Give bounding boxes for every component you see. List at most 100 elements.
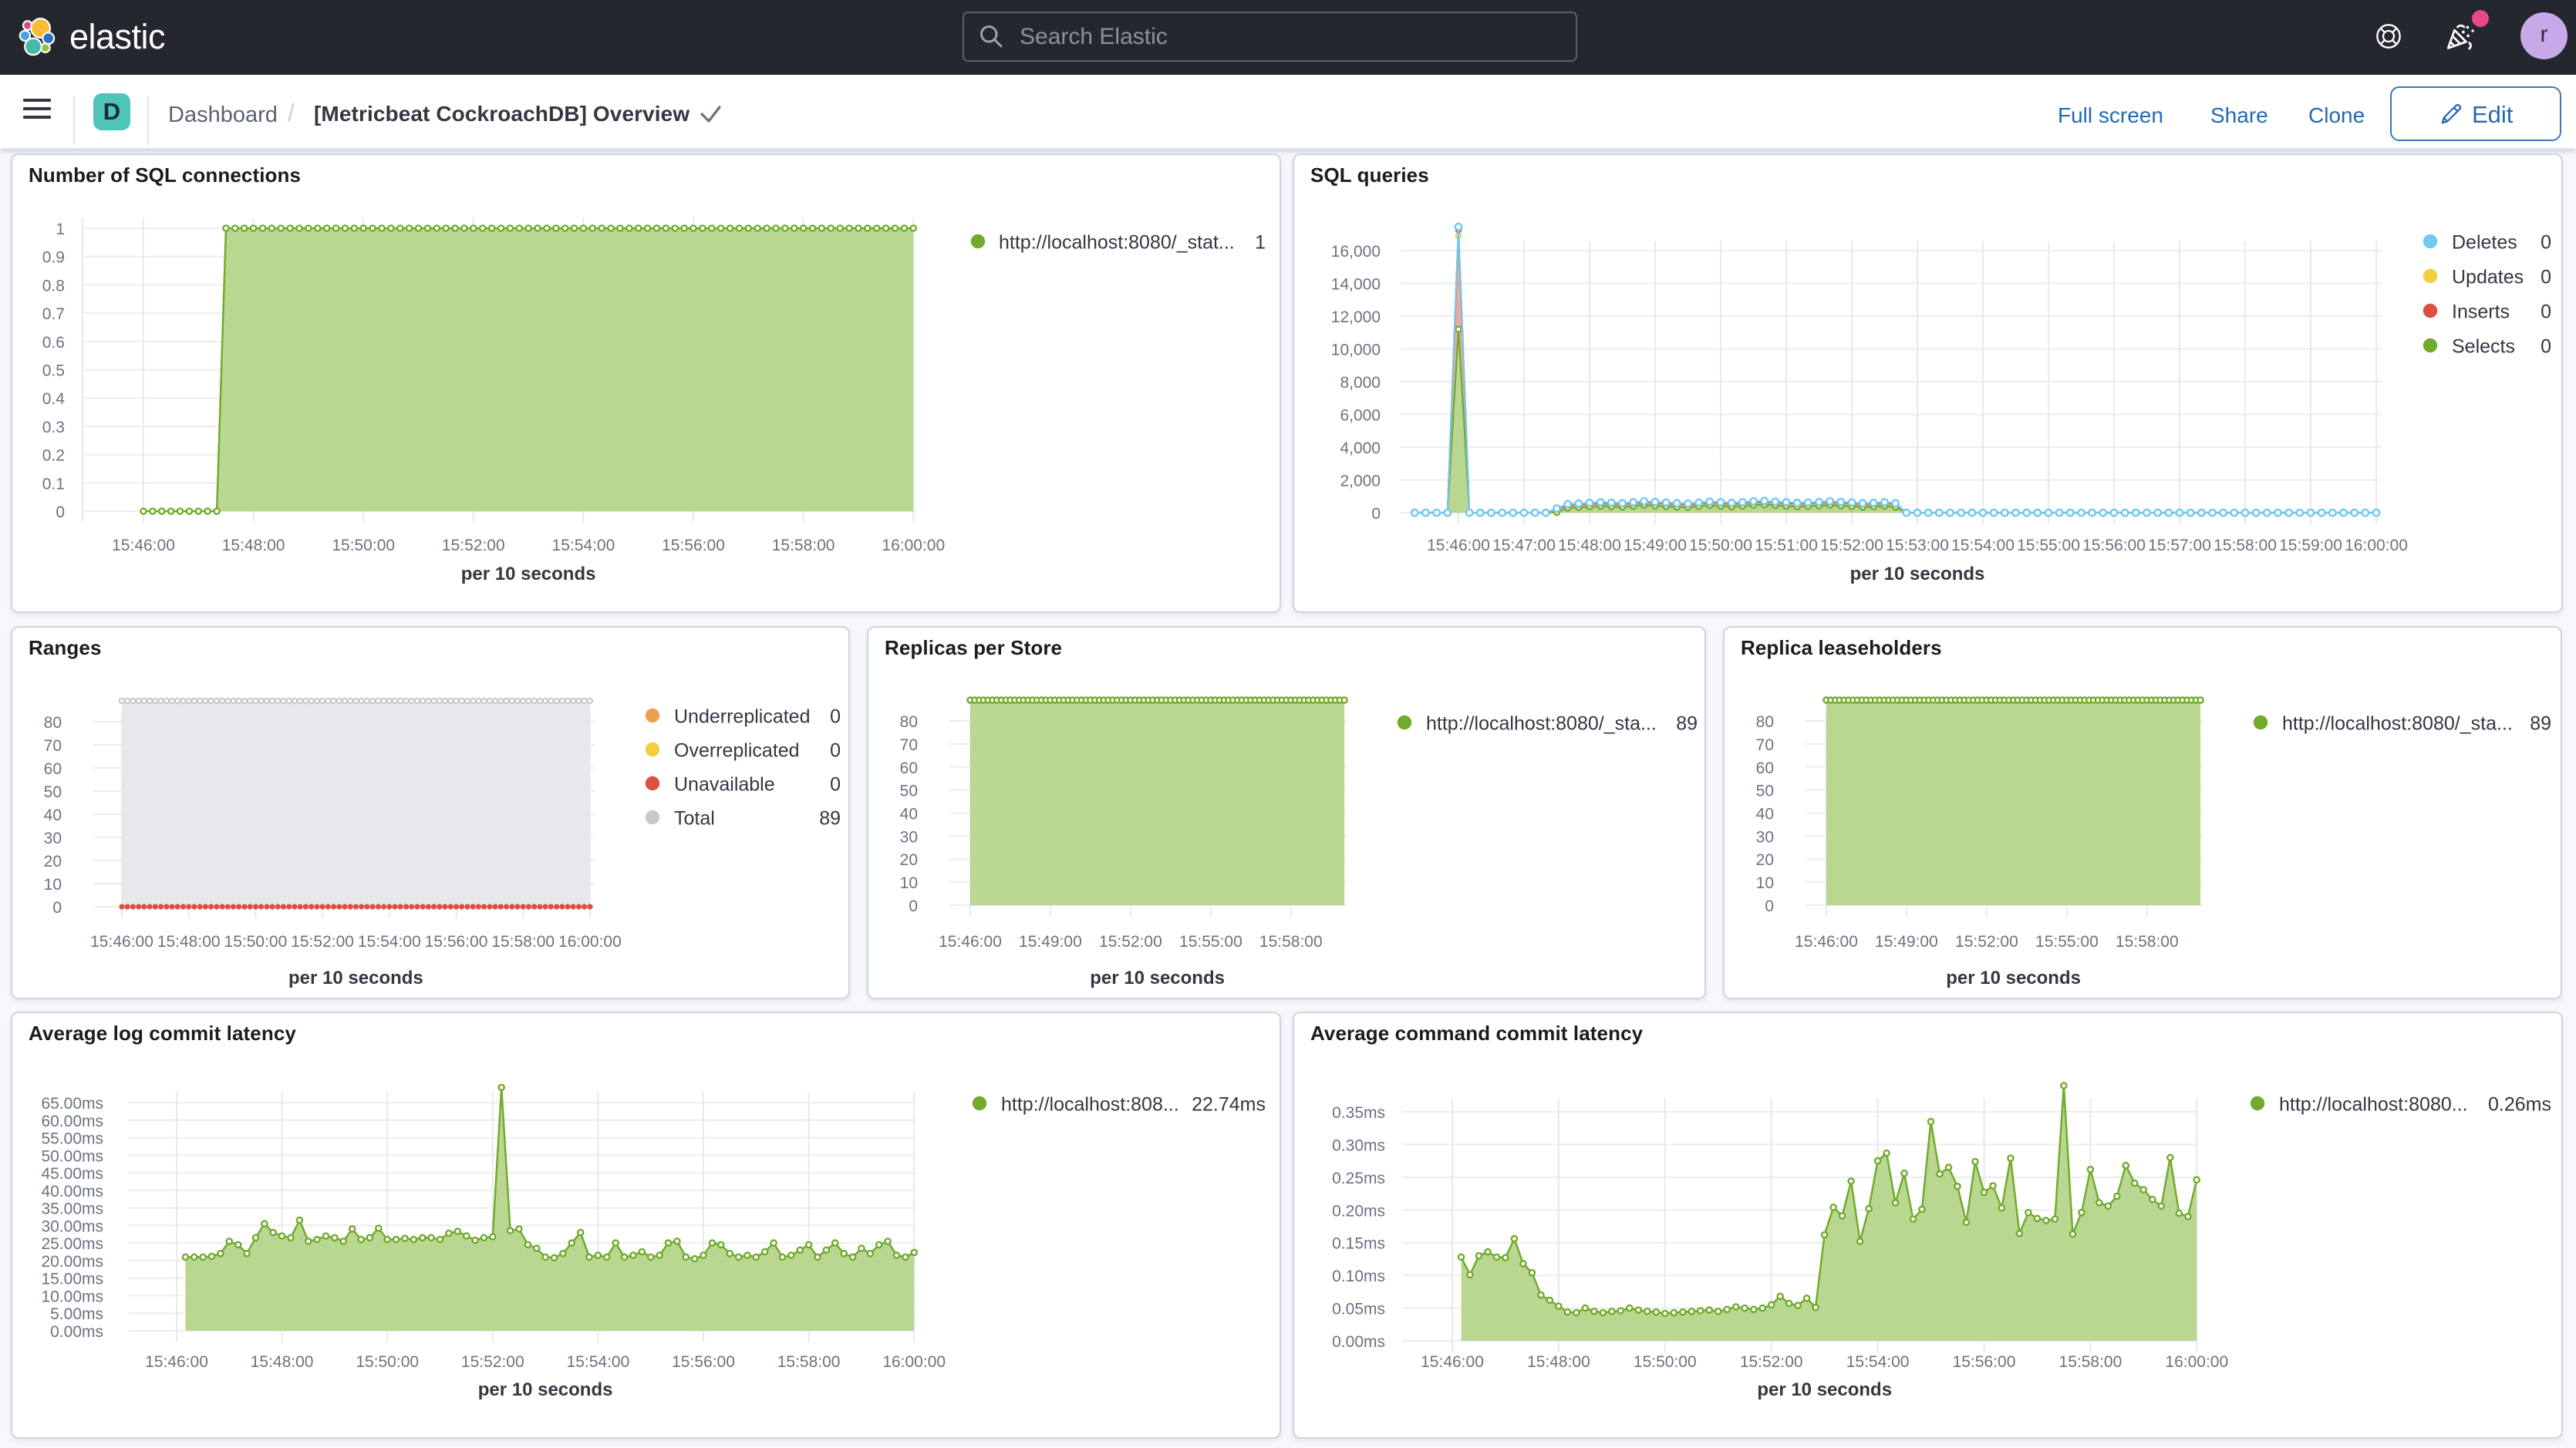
svg-text:per 10 seconds: per 10 seconds — [1090, 968, 1225, 988]
svg-text:15:48:00: 15:48:00 — [157, 933, 221, 951]
svg-text:0.5: 0.5 — [42, 362, 65, 380]
svg-text:0: 0 — [830, 740, 841, 762]
svg-text:15:58:00: 15:58:00 — [2059, 1353, 2123, 1371]
svg-text:15:46:00: 15:46:00 — [145, 1353, 208, 1371]
svg-text:60.00ms: 60.00ms — [41, 1113, 103, 1130]
svg-text:30: 30 — [900, 828, 918, 846]
svg-text:15:46:00: 15:46:00 — [939, 933, 1002, 951]
svg-text:20.00ms: 20.00ms — [41, 1253, 103, 1271]
svg-text:15:58:00: 15:58:00 — [772, 537, 835, 554]
svg-text:20: 20 — [1756, 851, 1774, 869]
svg-text:20: 20 — [900, 851, 918, 869]
svg-text:15:55:00: 15:55:00 — [2017, 537, 2080, 554]
svg-text:20: 20 — [44, 853, 62, 870]
svg-text:0: 0 — [2541, 267, 2551, 288]
svg-text:60: 60 — [1756, 759, 1774, 777]
svg-text:0: 0 — [2541, 232, 2551, 254]
svg-text:0.7: 0.7 — [42, 305, 65, 323]
svg-text:0.25ms: 0.25ms — [1332, 1170, 1385, 1187]
svg-text:0.2: 0.2 — [42, 447, 65, 465]
svg-text:0: 0 — [830, 706, 841, 728]
svg-text:80: 80 — [1756, 713, 1774, 731]
svg-text:0.00ms: 0.00ms — [1332, 1333, 1385, 1351]
svg-text:16,000: 16,000 — [1331, 243, 1381, 261]
svg-text:0.10ms: 0.10ms — [1332, 1268, 1385, 1285]
svg-text:80: 80 — [44, 714, 62, 732]
svg-text:15:46:00: 15:46:00 — [112, 537, 175, 554]
svg-text:40: 40 — [44, 807, 62, 824]
svg-text:15.00ms: 15.00ms — [41, 1271, 103, 1288]
svg-text:15:49:00: 15:49:00 — [1019, 933, 1082, 951]
svg-text:15:48:00: 15:48:00 — [251, 1353, 314, 1371]
svg-text:15:46:00: 15:46:00 — [1795, 933, 1858, 951]
svg-text:http://localhost:8080...: http://localhost:8080... — [2279, 1094, 2468, 1116]
svg-text:15:50:00: 15:50:00 — [356, 1353, 419, 1371]
svg-text:15:56:00: 15:56:00 — [672, 1353, 735, 1371]
svg-text:15:58:00: 15:58:00 — [777, 1353, 841, 1371]
svg-text:Overreplicated: Overreplicated — [674, 740, 800, 762]
svg-text:15:50:00: 15:50:00 — [224, 933, 288, 951]
svg-text:16:00:00: 16:00:00 — [882, 1353, 946, 1371]
svg-text:15:57:00: 15:57:00 — [2148, 537, 2211, 554]
svg-text:15:58:00: 15:58:00 — [1259, 933, 1323, 951]
svg-text:45.00ms: 45.00ms — [41, 1165, 103, 1183]
svg-text:15:46:00: 15:46:00 — [1421, 1353, 1484, 1371]
svg-text:4,000: 4,000 — [1340, 439, 1381, 457]
svg-text:Unavailable: Unavailable — [674, 774, 775, 796]
svg-text:15:48:00: 15:48:00 — [1558, 537, 1621, 554]
svg-text:15:50:00: 15:50:00 — [332, 537, 395, 554]
svg-text:15:52:00: 15:52:00 — [291, 933, 354, 951]
svg-text:0.9: 0.9 — [42, 249, 65, 267]
svg-text:Total: Total — [674, 808, 715, 830]
svg-text:12,000: 12,000 — [1331, 308, 1381, 326]
svg-text:15:54:00: 15:54:00 — [552, 537, 615, 554]
svg-text:15:56:00: 15:56:00 — [1953, 1353, 2016, 1371]
svg-text:50: 50 — [1756, 783, 1774, 800]
svg-text:0: 0 — [909, 897, 918, 915]
svg-text:0.00ms: 0.00ms — [50, 1323, 103, 1341]
svg-text:15:49:00: 15:49:00 — [1875, 933, 1938, 951]
svg-text:15:48:00: 15:48:00 — [222, 537, 285, 554]
svg-text:10,000: 10,000 — [1331, 342, 1381, 359]
svg-text:70: 70 — [1756, 736, 1774, 754]
svg-text:50: 50 — [44, 783, 62, 801]
svg-text:15:52:00: 15:52:00 — [1820, 537, 1883, 554]
svg-text:16:00:00: 16:00:00 — [558, 933, 622, 951]
svg-text:16:00:00: 16:00:00 — [882, 537, 945, 554]
svg-text:1: 1 — [56, 221, 65, 238]
svg-text:Inserts: Inserts — [2452, 301, 2510, 323]
svg-text:10: 10 — [44, 876, 62, 894]
svg-text:5.00ms: 5.00ms — [50, 1305, 103, 1323]
svg-text:15:52:00: 15:52:00 — [1740, 1353, 1803, 1371]
svg-text:http://localhost:8080/_sta...: http://localhost:8080/_sta... — [2282, 713, 2513, 735]
svg-text:40: 40 — [1756, 806, 1774, 823]
svg-text:15:58:00: 15:58:00 — [2214, 537, 2277, 554]
svg-text:per 10 seconds: per 10 seconds — [478, 1379, 613, 1400]
svg-text:per 10 seconds: per 10 seconds — [1946, 968, 2081, 988]
svg-text:0.05ms: 0.05ms — [1332, 1301, 1385, 1318]
svg-text:0.35ms: 0.35ms — [1332, 1104, 1385, 1122]
svg-text:15:51:00: 15:51:00 — [1755, 537, 1818, 554]
svg-text:30: 30 — [44, 830, 62, 847]
svg-text:35.00ms: 35.00ms — [41, 1200, 103, 1218]
svg-text:0: 0 — [1765, 897, 1774, 915]
svg-text:1: 1 — [1255, 232, 1266, 254]
svg-text:15:50:00: 15:50:00 — [1689, 537, 1752, 554]
svg-text:0.1: 0.1 — [42, 475, 65, 493]
svg-text:15:52:00: 15:52:00 — [461, 1353, 524, 1371]
svg-text:15:55:00: 15:55:00 — [1179, 933, 1242, 951]
svg-text:http://localhost:8080/_stat...: http://localhost:8080/_stat... — [999, 232, 1235, 254]
svg-text:15:47:00: 15:47:00 — [1492, 537, 1556, 554]
svg-text:14,000: 14,000 — [1331, 276, 1381, 294]
svg-text:60: 60 — [900, 759, 918, 777]
svg-text:60: 60 — [44, 760, 62, 778]
svg-text:Updates: Updates — [2452, 267, 2524, 288]
svg-text:6,000: 6,000 — [1340, 407, 1381, 425]
svg-text:15:46:00: 15:46:00 — [1427, 537, 1490, 554]
svg-text:0: 0 — [1371, 505, 1381, 523]
svg-text:16:00:00: 16:00:00 — [2345, 537, 2408, 554]
svg-text:15:46:00: 15:46:00 — [90, 933, 153, 951]
svg-text:22.74ms: 22.74ms — [1192, 1094, 1266, 1116]
svg-text:80: 80 — [900, 713, 918, 731]
svg-text:10: 10 — [900, 874, 918, 892]
